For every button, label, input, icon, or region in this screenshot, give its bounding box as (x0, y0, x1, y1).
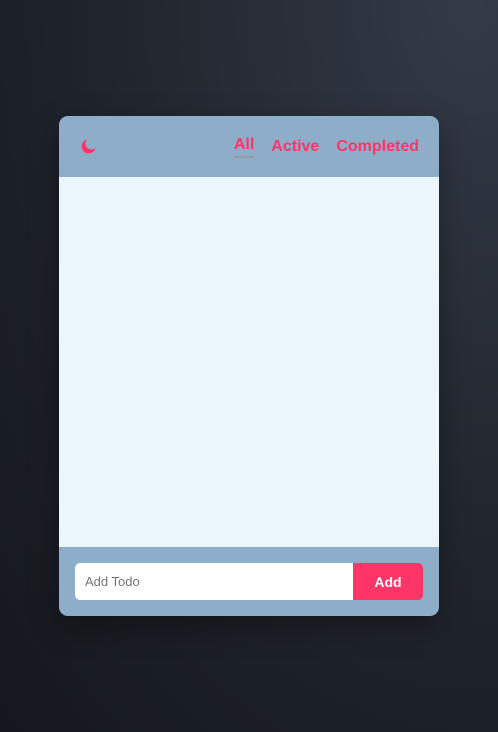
tab-completed[interactable]: Completed (336, 137, 419, 157)
filter-tabs: All Active Completed (233, 135, 419, 158)
tab-active[interactable]: Active (271, 137, 319, 157)
moon-icon (81, 139, 96, 154)
todo-list (59, 177, 439, 547)
theme-toggle-button[interactable] (78, 137, 98, 157)
todo-app-card: All Active Completed Add (59, 116, 439, 616)
add-todo-input[interactable] (75, 563, 353, 600)
tab-all[interactable]: All (233, 135, 255, 158)
add-todo-bar: Add (59, 547, 439, 616)
add-button[interactable]: Add (353, 563, 423, 600)
todo-header: All Active Completed (59, 116, 439, 177)
